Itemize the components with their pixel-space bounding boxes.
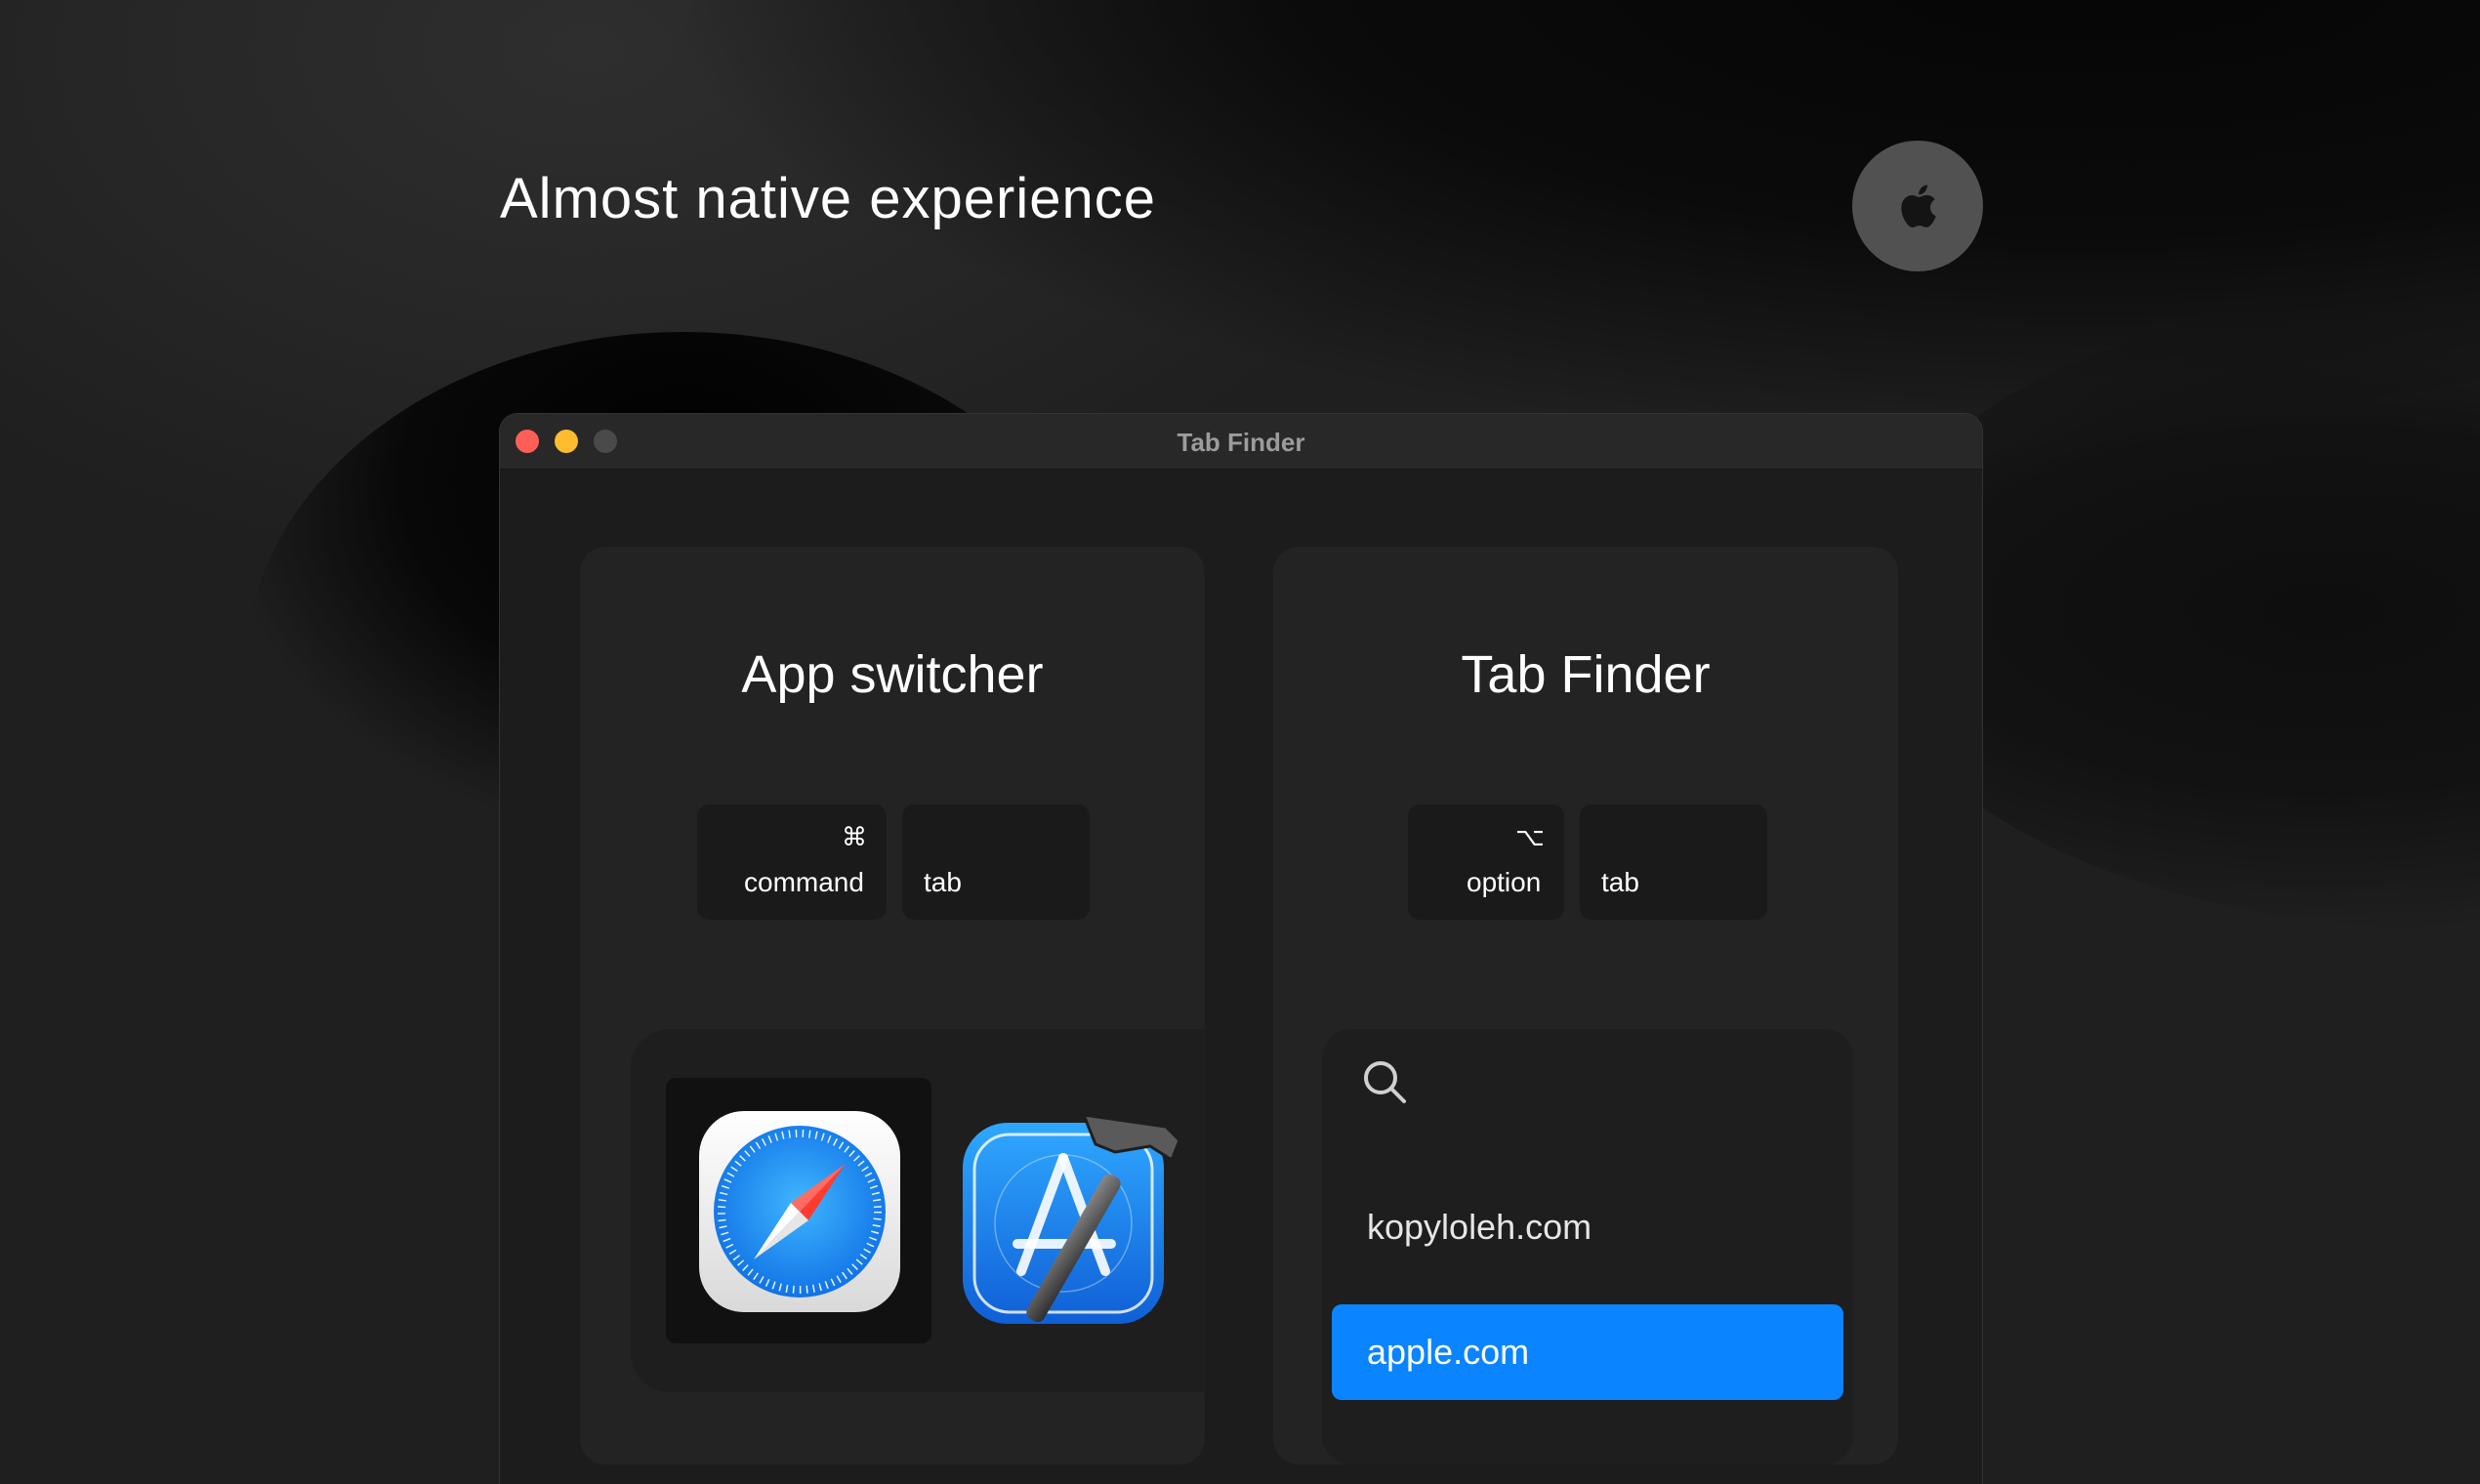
safari-icon[interactable] xyxy=(699,1111,900,1312)
apple-platform-button[interactable] xyxy=(1852,141,1983,271)
apple-logo-icon xyxy=(1901,185,1936,227)
command-glyph: ⌘ xyxy=(842,822,867,851)
window-title: Tab Finder xyxy=(1177,428,1305,457)
app-switcher-overlay xyxy=(631,1029,1205,1392)
tab-result-item-selected[interactable]: apple.com xyxy=(1332,1304,1843,1400)
window-titlebar[interactable]: Tab Finder xyxy=(500,414,1982,470)
tab-key: tab xyxy=(902,804,1090,920)
tab-search-card: kopyloleh.com apple.com xyxy=(1322,1029,1853,1464)
tab-result-item[interactable]: kopyloleh.com xyxy=(1332,1179,1843,1275)
tab-finder-window: Tab Finder App switcher ⌘ command tab Ta… xyxy=(500,414,1982,1484)
option-glyph: ⌥ xyxy=(1515,822,1545,851)
tab-key-label: tab xyxy=(1601,867,1639,897)
headline: Almost native experience xyxy=(500,167,1156,230)
tab-finder-title: Tab Finder xyxy=(1461,645,1711,704)
tab-finder-panel: Tab Finder ⌥ option tab kopyloleh.com ap… xyxy=(1273,547,1898,1464)
xcode-icon[interactable] xyxy=(959,1097,1193,1332)
command-key-label: command xyxy=(744,867,864,897)
search-icon[interactable] xyxy=(1361,1058,1410,1107)
tab-key: tab xyxy=(1580,804,1767,920)
app-switcher-panel: App switcher ⌘ command tab xyxy=(580,547,1205,1464)
option-key: ⌥ option xyxy=(1408,804,1564,920)
app-switcher-title: App switcher xyxy=(741,645,1044,704)
tab-key-label: tab xyxy=(924,867,962,897)
command-key: ⌘ command xyxy=(697,804,887,920)
option-key-label: option xyxy=(1467,867,1542,897)
